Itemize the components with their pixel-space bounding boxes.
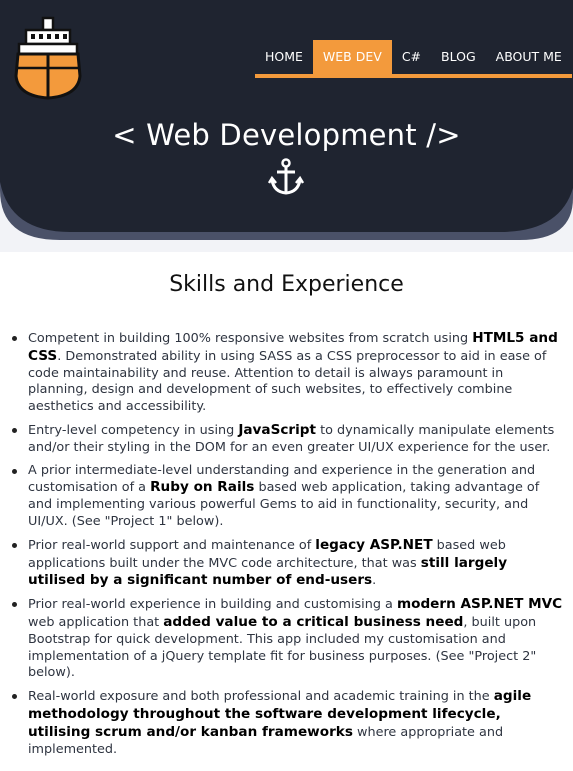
- skill-text: web application that: [28, 614, 164, 630]
- skill-text: Entry-level competency in using: [28, 422, 239, 438]
- highlight-text: modern ASP.NET MVC: [396, 596, 563, 613]
- skill-text: . Demonstrated ability in using SASS as …: [28, 348, 547, 415]
- section-title: Skills and Experience: [169, 272, 404, 297]
- site-header: HOME WEB DEV C# BLOG ABOUT ME < Web Deve…: [0, 0, 573, 250]
- skill-text: Competent in building 100% responsive we…: [28, 331, 473, 346]
- nav-item-csharp[interactable]: C#: [392, 40, 431, 74]
- nav-item-blog[interactable]: BLOG: [431, 40, 486, 74]
- ship-icon[interactable]: [14, 16, 86, 102]
- list-item: Entry-level competency in using JavaScri…: [10, 422, 566, 457]
- list-item: Competent in building 100% responsive we…: [10, 330, 566, 416]
- highlight-text: Ruby on Rails: [150, 479, 255, 496]
- skill-text: Prior real-world support and maintenance…: [28, 537, 316, 553]
- list-item: Prior real-world support and maintenance…: [10, 537, 566, 590]
- list-item: Prior real-world experience in building …: [10, 596, 566, 682]
- highlight-text: JavaScript: [238, 421, 317, 438]
- nav-item-home[interactable]: HOME: [255, 40, 313, 74]
- skills-list: Competent in building 100% responsive we…: [10, 330, 566, 764]
- list-item: Real-world exposure and both professiona…: [10, 688, 566, 758]
- nav-item-web-dev[interactable]: WEB DEV: [312, 40, 392, 74]
- skill-text: .: [372, 573, 377, 589]
- nav-item-about-me[interactable]: ABOUT ME: [486, 40, 572, 74]
- anchor-icon: [268, 158, 304, 195]
- highlight-text: legacy ASP.NET: [315, 536, 433, 553]
- skill-text: Prior real-world experience in building …: [28, 597, 397, 613]
- skill-text: Real-world exposure and both professiona…: [28, 689, 494, 705]
- highlight-text: added value to a critical business need: [163, 613, 464, 630]
- main-nav: HOME WEB DEV C# BLOG ABOUT ME: [255, 40, 572, 78]
- list-item: A prior intermediate-level understanding…: [10, 463, 566, 531]
- main-content: Skills and Experience Competent in build…: [0, 252, 573, 771]
- page-title: < Web Development />: [112, 118, 461, 152]
